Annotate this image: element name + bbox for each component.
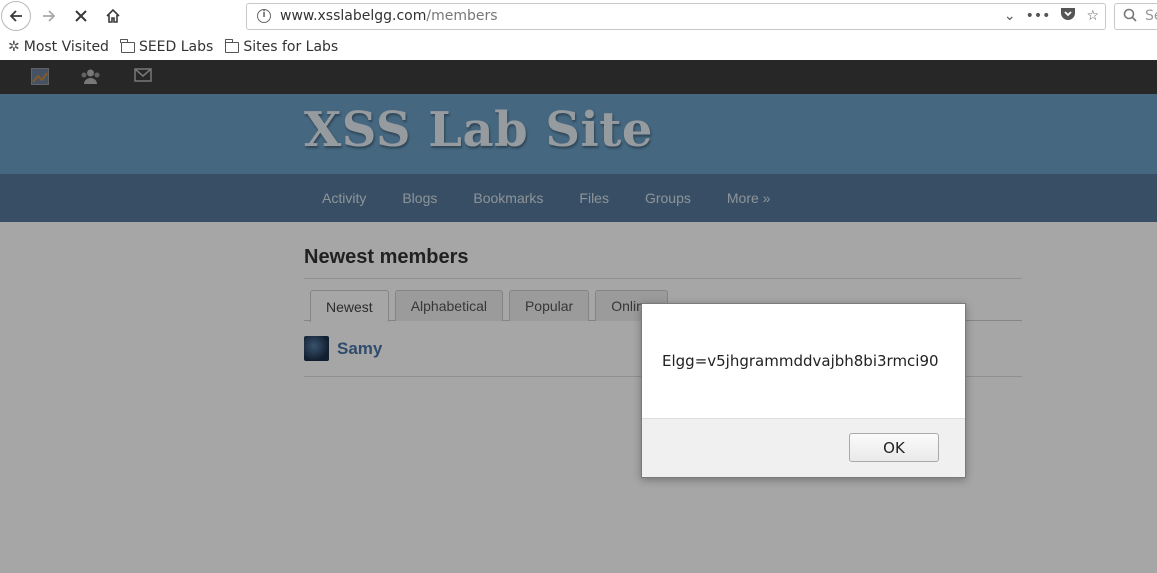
arrow-right-icon <box>43 10 56 22</box>
search-icon <box>1123 8 1137 26</box>
bookmark-label: Most Visited <box>23 39 109 55</box>
gear-icon: ✲ <box>8 39 20 55</box>
bookmark-seed-labs[interactable]: SEED Labs <box>120 38 214 55</box>
search-placeholder: Se <box>1145 8 1157 24</box>
bookmark-label: SEED Labs <box>138 39 214 55</box>
url-host: www.xsslabelgg.com <box>280 8 427 24</box>
more-icon[interactable]: ••• <box>1026 8 1051 24</box>
search-bar[interactable]: Se <box>1114 3 1157 30</box>
chevron-down-icon[interactable]: ⌄ <box>1004 8 1016 24</box>
url-actions: ⌄ ••• ☆ <box>1004 7 1099 25</box>
folder-icon <box>224 38 240 53</box>
info-icon[interactable]: i <box>257 9 271 23</box>
browser-navbar: i www.xsslabelgg.com/members ⌄ ••• ☆ Se <box>0 0 1157 34</box>
forward-button[interactable] <box>34 1 64 31</box>
alert-dialog: Elgg=v5jhgrammddvajbh8bi3rmci90 OK <box>641 303 966 478</box>
pocket-icon[interactable] <box>1060 7 1076 25</box>
url-bar[interactable]: i www.xsslabelgg.com/members ⌄ ••• ☆ <box>246 3 1106 30</box>
url-text[interactable]: www.xsslabelgg.com/members <box>280 8 498 24</box>
home-button[interactable] <box>98 1 128 31</box>
ok-button[interactable]: OK <box>849 433 939 462</box>
bookmark-label: Sites for Labs <box>243 39 339 55</box>
star-icon[interactable]: ☆ <box>1086 8 1099 24</box>
alert-footer: OK <box>642 418 965 477</box>
arrow-left-icon <box>9 10 22 22</box>
alert-message: Elgg=v5jhgrammddvajbh8bi3rmci90 <box>662 352 939 370</box>
stop-button[interactable] <box>66 1 96 31</box>
back-button[interactable] <box>1 1 31 31</box>
url-path: /members <box>426 8 498 24</box>
bookmark-most-visited[interactable]: ✲ Most Visited <box>8 39 109 55</box>
home-icon <box>106 8 120 23</box>
bookmarks-toolbar: ✲ Most Visited SEED Labs Sites for Labs <box>0 34 1157 60</box>
close-icon <box>75 10 87 22</box>
modal-overlay <box>0 60 1157 573</box>
bookmark-sites-for-labs[interactable]: Sites for Labs <box>224 38 339 55</box>
folder-icon <box>120 38 135 53</box>
